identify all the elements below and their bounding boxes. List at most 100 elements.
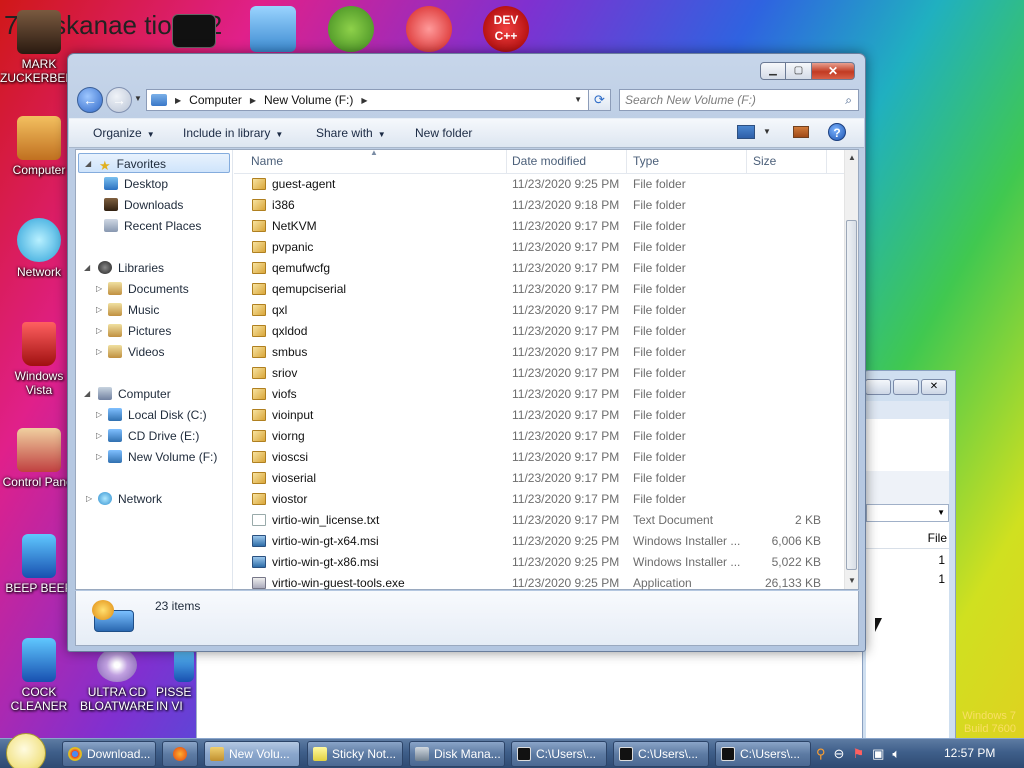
column-divider[interactable] [826, 150, 827, 174]
nav-local-disk-c[interactable]: ▷ Local Disk (C:) [96, 405, 207, 425]
search-icon[interactable]: ⌕ [845, 93, 852, 108]
file-row[interactable]: vioserial 11/23/2020 9:17 PM File folder [234, 468, 846, 489]
file-row[interactable]: pvpanic 11/23/2020 9:17 PM File folder [234, 237, 846, 258]
taskbar-button-7zip-3[interactable]: C:\Users\... [715, 741, 811, 767]
column-header-name[interactable]: Name [251, 154, 283, 170]
file-row[interactable]: viofs 11/23/2020 9:17 PM File folder [234, 384, 846, 405]
scrollbar-thumb[interactable] [846, 220, 857, 570]
file-row[interactable]: qxl 11/23/2020 9:17 PM File folder [234, 300, 846, 321]
view-options-chevron-icon[interactable]: ▼ [763, 127, 771, 136]
breadcrumb-root-chevron[interactable]: ▶ [175, 96, 181, 105]
file-row[interactable]: NetKVM 11/23/2020 9:17 PM File folder [234, 216, 846, 237]
expand-triangle-icon[interactable]: ▷ [96, 279, 102, 299]
printer-icon[interactable] [250, 6, 296, 52]
taskbar-button-new-volume[interactable]: New Volu... [204, 741, 300, 767]
expand-triangle-icon[interactable]: ▷ [96, 321, 102, 341]
nav-pictures[interactable]: ▷ Pictures [96, 321, 171, 341]
minus-circle-icon[interactable]: ⊖ [834, 746, 845, 762]
taskbar-button-firefox[interactable] [162, 741, 198, 767]
navigation-pane[interactable]: ◢ ★ Favorites Desktop Downloads Recent Pl… [76, 150, 233, 589]
taskbar-clock[interactable]: 12:57 PM [944, 746, 995, 760]
file-row[interactable]: vioinput 11/23/2020 9:17 PM File folder [234, 405, 846, 426]
expand-triangle-icon[interactable]: ▷ [96, 447, 102, 467]
search-box[interactable]: ⌕ [619, 89, 859, 111]
desktop-icon-ultra-cd-bloatware[interactable]: ULTRA CD BLOATWARE [78, 648, 156, 713]
address-bar[interactable]: ▶ Computer ▶ New Volume (F:) ▶ ▼ [146, 89, 589, 111]
file-row[interactable]: qxldod 11/23/2020 9:17 PM File folder [234, 321, 846, 342]
organize-button[interactable]: Organize ▼ [93, 126, 155, 140]
expand-triangle-icon[interactable]: ▷ [96, 300, 102, 320]
nav-cd-drive-e[interactable]: ▷ CD Drive (E:) [96, 426, 199, 446]
nav-music[interactable]: ▷ Music [96, 300, 159, 320]
nav-downloads[interactable]: Downloads [104, 195, 183, 215]
include-in-library-button[interactable]: Include in library ▼ [183, 126, 283, 140]
column-header[interactable]: File [928, 531, 947, 545]
nav-recent-places[interactable]: Recent Places [104, 216, 201, 236]
taskbar-button-7zip-2[interactable]: C:\Users\... [613, 741, 709, 767]
share-with-button[interactable]: Share with ▼ [316, 126, 386, 140]
file-row[interactable]: guest-agent 11/23/2020 9:25 PM File folder [234, 174, 846, 195]
file-row[interactable]: qemupciserial 11/23/2020 9:17 PM File fold… [234, 279, 846, 300]
collapse-triangle-icon[interactable]: ◢ [84, 258, 90, 278]
column-header-size[interactable]: Size [753, 154, 776, 170]
forward-button[interactable]: → [106, 87, 132, 113]
recent-pages-chevron-icon[interactable]: ▼ [134, 94, 142, 103]
taskbar-button-7zip-1[interactable]: C:\Users\... [511, 741, 607, 767]
file-row[interactable]: i386 11/23/2020 9:18 PM File folder [234, 195, 846, 216]
desktop-icon-pisse[interactable]: PISSE IN VI [156, 648, 196, 713]
taskbar-button-downloads[interactable]: Download... [62, 741, 156, 767]
column-divider[interactable] [506, 150, 507, 174]
file-row[interactable]: vioscsi 11/23/2020 9:17 PM File folder [234, 447, 846, 468]
new-folder-button[interactable]: New folder [415, 126, 472, 140]
p-app-icon[interactable] [406, 6, 452, 52]
help-icon[interactable]: ? [828, 123, 846, 141]
file-row[interactable]: qemufwcfg 11/23/2020 9:17 PM File folder [234, 258, 846, 279]
nav-videos[interactable]: ▷ Videos [96, 342, 164, 362]
file-list[interactable]: ▲ Name Date modified Type Size guest-age… [234, 148, 846, 590]
collapse-triangle-icon[interactable]: ◢ [85, 154, 91, 174]
refresh-button[interactable]: ⟳ [589, 89, 611, 111]
taskbar-button-disk-management[interactable]: Disk Mana... [409, 741, 505, 767]
action-center-icon[interactable]: ⚑ [852, 746, 864, 762]
background-window-dropdown[interactable]: ▼ [866, 504, 949, 522]
nav-documents[interactable]: ▷ Documents [96, 279, 189, 299]
vertical-scrollbar[interactable]: ▲ ▼ [844, 150, 858, 589]
start-button[interactable] [6, 733, 46, 768]
nav-libraries[interactable]: ◢ Libraries [84, 258, 164, 278]
file-row[interactable]: virtio-win_license.txt 11/23/2020 9:17 PM… [234, 510, 846, 531]
search-input[interactable] [620, 90, 830, 110]
file-row[interactable]: sriov 11/23/2020 9:17 PM File folder [234, 363, 846, 384]
expand-triangle-icon[interactable]: ▷ [96, 405, 102, 425]
address-history-chevron-icon[interactable]: ▼ [574, 95, 582, 104]
close-button[interactable]: ✕ [812, 62, 855, 80]
nav-computer[interactable]: ◢ Computer [84, 384, 171, 404]
column-divider[interactable] [626, 150, 627, 174]
volume-icon[interactable]: 🔈︎ [892, 746, 900, 762]
file-row[interactable]: smbus 11/23/2020 9:17 PM File folder [234, 342, 846, 363]
expand-triangle-icon[interactable]: ▷ [96, 342, 102, 362]
minimize-button[interactable] [865, 379, 891, 395]
maximize-button[interactable] [893, 379, 919, 395]
nav-favorites[interactable]: ◢ ★ Favorites [78, 153, 230, 173]
breadcrumb-new-volume[interactable]: New Volume (F:) ▶ [264, 93, 368, 107]
maximize-button[interactable]: ▢ [786, 62, 812, 80]
column-header-date[interactable]: Date modified [512, 154, 586, 170]
background-window-content[interactable] [196, 650, 950, 742]
breadcrumb-computer[interactable]: Computer ▶ [189, 93, 256, 107]
column-header-type[interactable]: Type [633, 154, 659, 170]
expand-triangle-icon[interactable]: ▷ [86, 489, 92, 509]
file-row[interactable]: virtio-win-gt-x64.msi 11/23/2020 9:25 PM W… [234, 531, 846, 552]
back-button[interactable]: ← [77, 87, 103, 113]
column-divider[interactable] [746, 150, 747, 174]
network-tray-icon[interactable]: ▣ [872, 746, 884, 762]
file-row[interactable]: virtio-win-gt-x86.msi 11/23/2020 9:25 PM W… [234, 552, 846, 573]
nav-network[interactable]: ▷ Network [86, 489, 162, 509]
terminal-icon[interactable] [172, 14, 216, 48]
explorer-window[interactable]: ▁ ▢ ✕ ← → ▼ ▶ Computer ▶ New Volume (F:) ▶… [67, 53, 866, 652]
preview-pane-icon[interactable] [793, 126, 809, 138]
taskbar-button-sticky-notes[interactable]: Sticky Not... [307, 741, 403, 767]
nav-new-volume-f[interactable]: ▷ New Volume (F:) [96, 447, 217, 467]
scroll-down-arrow-icon[interactable]: ▼ [845, 573, 859, 589]
collapse-triangle-icon[interactable]: ◢ [84, 384, 90, 404]
angry-bird-icon[interactable] [328, 6, 374, 52]
